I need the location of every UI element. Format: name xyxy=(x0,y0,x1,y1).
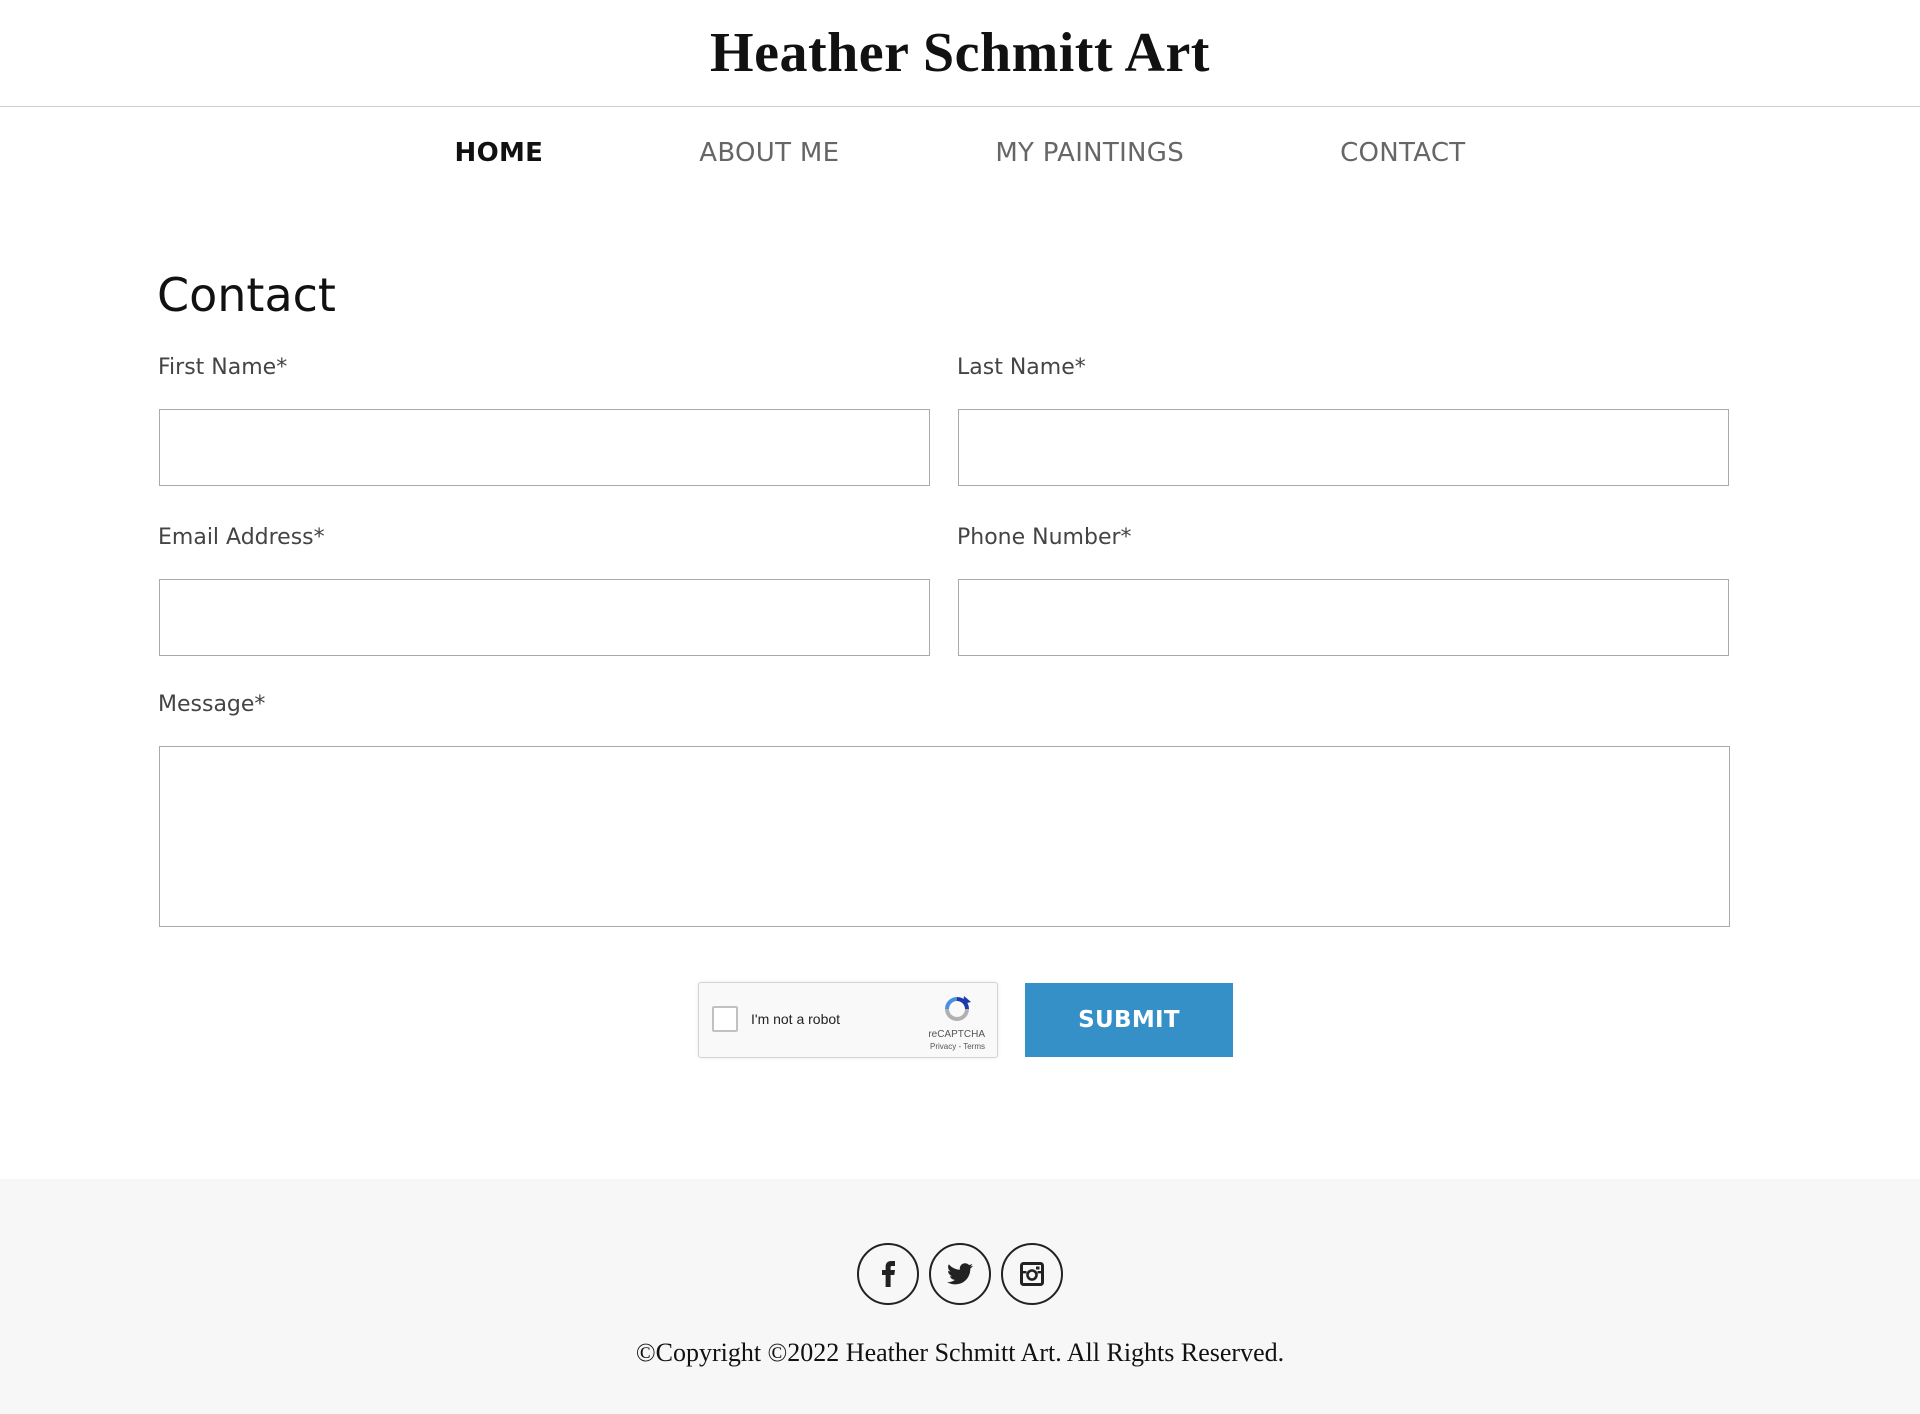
instagram-icon xyxy=(1020,1262,1044,1286)
recaptcha-brand: reCAPTCHA xyxy=(928,1029,985,1040)
recaptcha-checkbox[interactable] xyxy=(712,1006,738,1032)
site-header: Heather Schmitt Art xyxy=(0,0,1920,107)
nav-item-contact[interactable]: CONTACT xyxy=(1340,138,1465,168)
first-name-label: First Name* xyxy=(158,355,288,380)
recaptcha-privacy-terms[interactable]: Privacy - Terms xyxy=(930,1042,985,1051)
nav-item-home[interactable]: HOME xyxy=(455,138,544,168)
facebook-icon xyxy=(882,1261,895,1287)
site-footer: ©Copyright ©2022 Heather Schmitt Art. Al… xyxy=(0,1179,1920,1414)
last-name-label: Last Name* xyxy=(957,355,1086,380)
last-name-field[interactable] xyxy=(958,409,1729,486)
main-nav: HOME ABOUT ME MY PAINTINGS CONTACT xyxy=(0,138,1920,168)
facebook-link[interactable] xyxy=(857,1243,919,1305)
email-label: Email Address* xyxy=(158,525,325,550)
copyright-text: ©Copyright ©2022 Heather Schmitt Art. Al… xyxy=(635,1338,1285,1367)
recaptcha-widget: I'm not a robot reCAPTCHA Privacy - Term… xyxy=(698,982,998,1058)
page-title: Contact xyxy=(157,268,336,322)
recaptcha-logo-icon xyxy=(945,996,971,1021)
submit-button[interactable]: SUBMIT xyxy=(1025,983,1233,1057)
social-links xyxy=(0,1243,1920,1305)
message-field[interactable] xyxy=(159,746,1730,927)
email-field[interactable] xyxy=(159,579,930,656)
site-title[interactable]: Heather Schmitt Art xyxy=(710,21,1210,85)
twitter-icon xyxy=(947,1263,973,1285)
first-name-field[interactable] xyxy=(159,409,930,486)
nav-item-my-paintings[interactable]: MY PAINTINGS xyxy=(995,138,1184,168)
instagram-link[interactable] xyxy=(1001,1243,1063,1305)
phone-field[interactable] xyxy=(958,579,1729,656)
twitter-link[interactable] xyxy=(929,1243,991,1305)
phone-label: Phone Number* xyxy=(957,525,1132,550)
recaptcha-label: I'm not a robot xyxy=(751,1011,841,1027)
message-label: Message* xyxy=(158,692,266,717)
nav-item-about-me[interactable]: ABOUT ME xyxy=(699,138,839,168)
